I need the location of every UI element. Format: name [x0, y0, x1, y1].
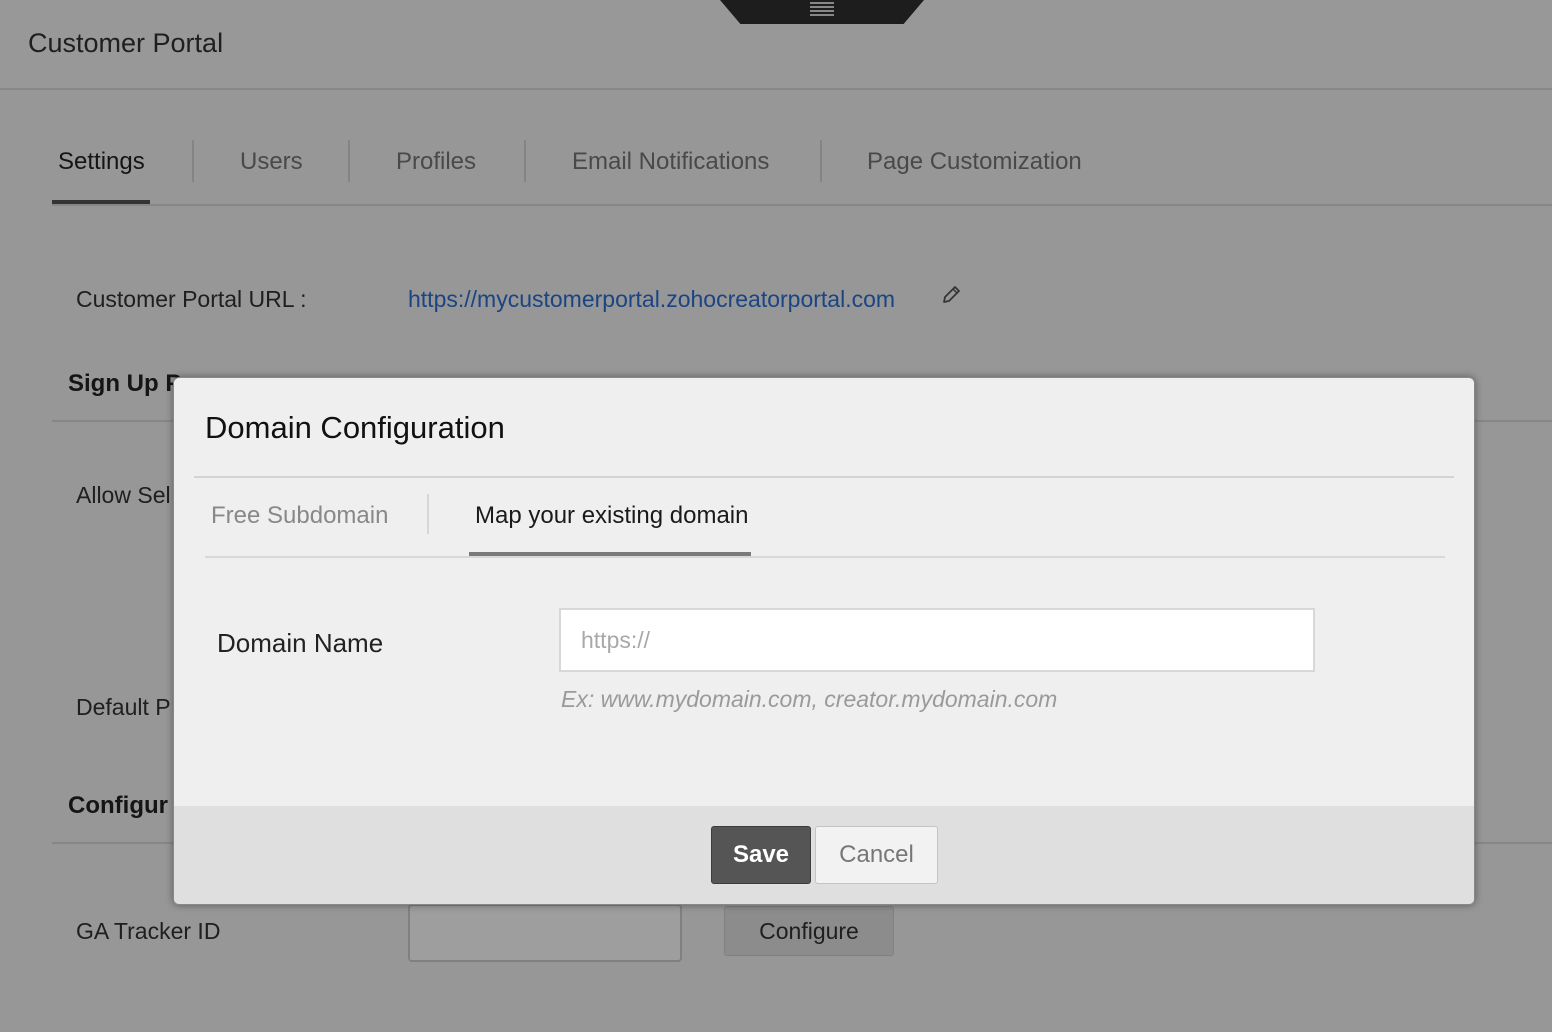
domain-configuration-dialog: Domain Configuration Free Subdomain Map …	[173, 377, 1475, 905]
domain-name-label: Domain Name	[217, 628, 384, 658]
dialog-header-divider	[194, 476, 1454, 478]
dialog-title: Domain Configuration	[205, 410, 505, 445]
tab-map-existing-domain[interactable]: Map your existing domain	[475, 502, 748, 530]
dialog-tab-divider	[427, 494, 429, 534]
dialog-tabs-baseline	[205, 556, 1445, 558]
tab-free-subdomain[interactable]: Free Subdomain	[211, 502, 388, 530]
domain-name-input[interactable]	[559, 608, 1315, 672]
domain-hint-text: Ex: www.mydomain.com, creator.mydomain.c…	[561, 686, 1058, 712]
cancel-button[interactable]: Cancel	[815, 826, 938, 884]
save-button[interactable]: Save	[711, 826, 811, 884]
dialog-footer: Save Cancel	[174, 806, 1474, 904]
